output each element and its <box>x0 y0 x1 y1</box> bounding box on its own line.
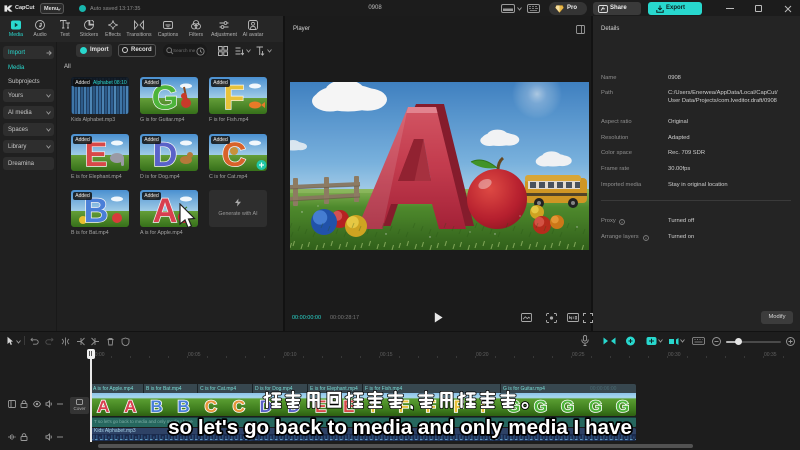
svg-text:so let's go back to media and: so let's go back to media and only media… <box>168 416 632 439</box>
svg-text:A: A <box>97 397 109 416</box>
svg-text:A: A <box>124 397 136 416</box>
svg-text:Alphabet 08:10: Alphabet 08:10 <box>93 80 127 86</box>
